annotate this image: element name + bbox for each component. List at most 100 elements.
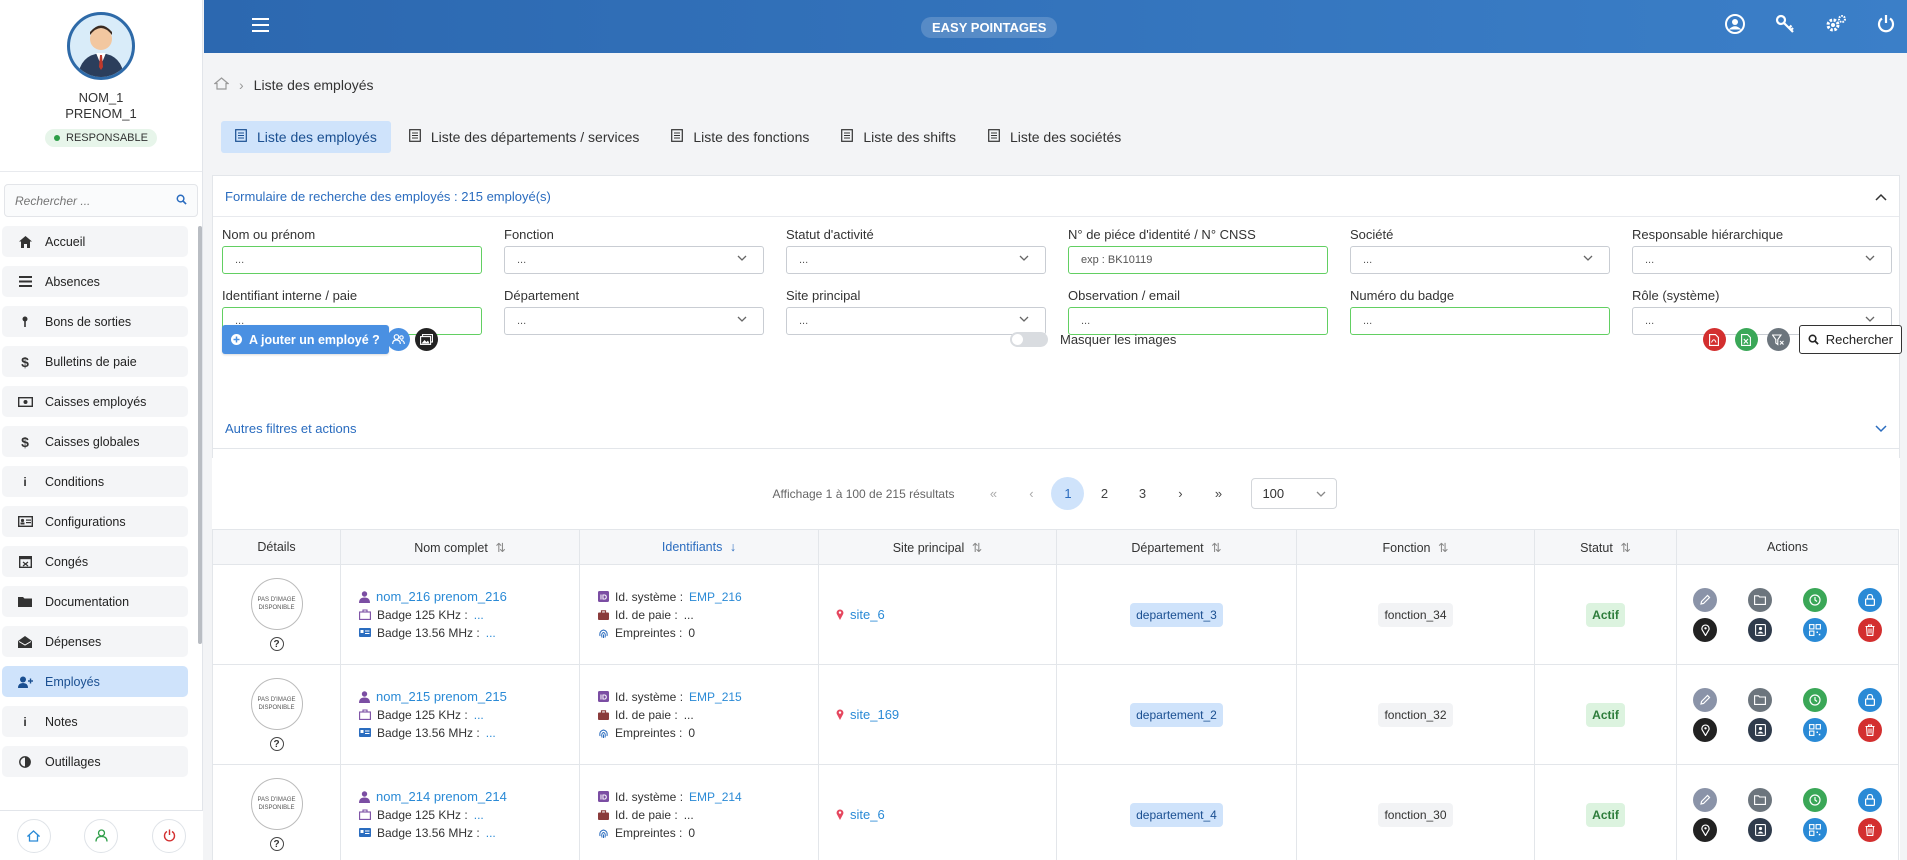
history-button[interactable] — [1803, 687, 1827, 712]
search-form-header[interactable]: Formulaire de recherche des employés : 2… — [213, 176, 1899, 217]
id-systeme-value[interactable]: EMP_216 — [689, 590, 742, 604]
export-pdf-button[interactable] — [1702, 328, 1726, 351]
history-button[interactable] — [1803, 787, 1827, 812]
page-3-button[interactable]: 3 — [1124, 478, 1160, 509]
col-departement[interactable]: Département ⇅ — [1056, 529, 1297, 565]
sidebar-item-caisses-employes[interactable]: Caisses employés — [2, 386, 188, 417]
other-filters-header[interactable]: Autres filtres et actions — [213, 410, 1899, 447]
help-icon[interactable]: ? — [269, 737, 284, 751]
badge1356-value[interactable]: ... — [486, 826, 496, 840]
sidebar-item-absences[interactable]: Absences — [2, 266, 188, 297]
tab-shifts[interactable]: Liste des shifts — [827, 121, 970, 153]
clear-filters-button[interactable] — [1766, 328, 1790, 351]
account-icon[interactable] — [1725, 14, 1745, 37]
fonction-select[interactable]: ... — [504, 246, 764, 274]
site-link[interactable]: site_6 — [819, 607, 1056, 622]
sort-icon[interactable]: ⇅ — [972, 541, 982, 555]
sidebar-item-caisses-globales[interactable]: $ Caisses globales — [2, 426, 188, 457]
col-site[interactable]: Site principal ⇅ — [818, 529, 1057, 565]
import-users-button[interactable] — [387, 328, 410, 351]
id-systeme-value[interactable]: EMP_215 — [689, 690, 742, 704]
badge-input[interactable]: ... — [1350, 307, 1610, 335]
lock-button[interactable] — [1858, 787, 1882, 812]
sort-desc-icon[interactable]: ↓ — [730, 540, 736, 554]
home-button[interactable] — [16, 818, 51, 853]
sidebar-item-notes[interactable]: i Notes — [2, 706, 188, 737]
badge125-value[interactable]: ... — [474, 708, 484, 722]
edit-button[interactable] — [1693, 787, 1717, 812]
nom-prenom-input[interactable]: ... — [222, 246, 482, 274]
search-button[interactable]: Rechercher — [1798, 325, 1902, 354]
documents-button[interactable] — [1748, 687, 1772, 712]
sidebar-search-input[interactable] — [15, 193, 176, 208]
avatar[interactable] — [67, 12, 135, 80]
profile-button[interactable] — [84, 818, 119, 853]
qr-code-button[interactable] — [1803, 817, 1827, 842]
badge125-value[interactable]: ... — [474, 608, 484, 622]
observation-input[interactable]: ... — [1068, 307, 1328, 335]
col-identifiants[interactable]: Identifiants ↓ — [579, 529, 819, 565]
key-icon[interactable] — [1775, 14, 1795, 37]
piece-identite-input[interactable]: exp : BK10119 — [1068, 246, 1328, 274]
contact-card-button[interactable] — [1748, 717, 1772, 742]
logout-button[interactable] — [152, 818, 187, 853]
sidebar-item-depenses[interactable]: Dépenses — [2, 626, 188, 657]
search-icon[interactable] — [176, 193, 187, 208]
sidebar-item-configurations[interactable]: Configurations — [2, 506, 188, 537]
chevron-down-icon[interactable] — [1875, 421, 1887, 436]
employee-name-link[interactable]: nom_214 prenom_214 — [376, 789, 507, 804]
location-button[interactable] — [1693, 717, 1717, 742]
employee-name-link[interactable]: nom_216 prenom_216 — [376, 589, 507, 604]
col-nom-complet[interactable]: Nom complet ⇅ — [340, 529, 580, 565]
sidebar-item-documentation[interactable]: Documentation — [2, 586, 188, 617]
col-fonction[interactable]: Fonction ⇅ — [1296, 529, 1535, 565]
sort-icon[interactable]: ⇅ — [495, 541, 505, 555]
delete-button[interactable] — [1858, 617, 1882, 642]
next-page-button[interactable]: › — [1162, 478, 1198, 509]
chevron-up-icon[interactable] — [1875, 189, 1887, 204]
tab-societes[interactable]: Liste des sociétés — [974, 121, 1135, 153]
site-select[interactable]: ... — [786, 307, 1046, 335]
sort-icon[interactable]: ⇅ — [1438, 541, 1448, 555]
sidebar-item-bons-de-sorties[interactable]: Bons de sorties — [2, 306, 188, 337]
sidebar-item-employes[interactable]: Employés — [2, 666, 188, 697]
power-icon[interactable] — [1877, 14, 1895, 37]
sort-icon[interactable]: ⇅ — [1620, 541, 1630, 555]
edit-button[interactable] — [1693, 587, 1717, 612]
documents-button[interactable] — [1748, 587, 1772, 612]
contact-card-button[interactable] — [1748, 617, 1772, 642]
gallery-button[interactable] — [415, 328, 438, 351]
tab-fonctions[interactable]: Liste des fonctions — [657, 121, 823, 153]
per-page-select[interactable]: 100 — [1251, 478, 1338, 509]
first-page-button[interactable]: « — [975, 478, 1011, 509]
location-button[interactable] — [1693, 617, 1717, 642]
settings-gears-icon[interactable] — [1825, 14, 1847, 37]
sidebar-item-conges[interactable]: Congés — [2, 546, 188, 577]
delete-button[interactable] — [1858, 817, 1882, 842]
lock-button[interactable] — [1858, 687, 1882, 712]
responsable-select[interactable]: ... — [1632, 246, 1892, 274]
employee-name-link[interactable]: nom_215 prenom_215 — [376, 689, 507, 704]
menu-toggle-icon[interactable] — [252, 18, 269, 36]
site-link[interactable]: site_6 — [819, 807, 1056, 822]
documents-button[interactable] — [1748, 787, 1772, 812]
history-button[interactable] — [1803, 587, 1827, 612]
sidebar-scrollbar[interactable] — [198, 226, 202, 644]
site-link[interactable]: site_169 — [819, 707, 1056, 722]
page-2-button[interactable]: 2 — [1086, 478, 1122, 509]
add-employee-button[interactable]: A jouter un employé ? — [222, 325, 389, 354]
help-icon[interactable]: ? — [269, 637, 284, 651]
lock-button[interactable] — [1858, 587, 1882, 612]
sidebar-item-accueil[interactable]: Accueil — [2, 226, 188, 257]
sidebar-item-outillages[interactable]: Outillages — [2, 746, 188, 777]
page-1-button[interactable]: 1 — [1051, 477, 1085, 510]
departement-select[interactable]: ... — [504, 307, 764, 335]
help-icon[interactable]: ? — [269, 837, 284, 851]
hide-images-toggle[interactable] — [1010, 332, 1048, 347]
qr-code-button[interactable] — [1803, 617, 1827, 642]
col-statut[interactable]: Statut ⇅ — [1534, 529, 1677, 565]
tab-departements[interactable]: Liste des départements / services — [395, 121, 654, 153]
id-systeme-value[interactable]: EMP_214 — [689, 790, 742, 804]
societe-select[interactable]: ... — [1350, 246, 1610, 274]
statut-select[interactable]: ... — [786, 246, 1046, 274]
